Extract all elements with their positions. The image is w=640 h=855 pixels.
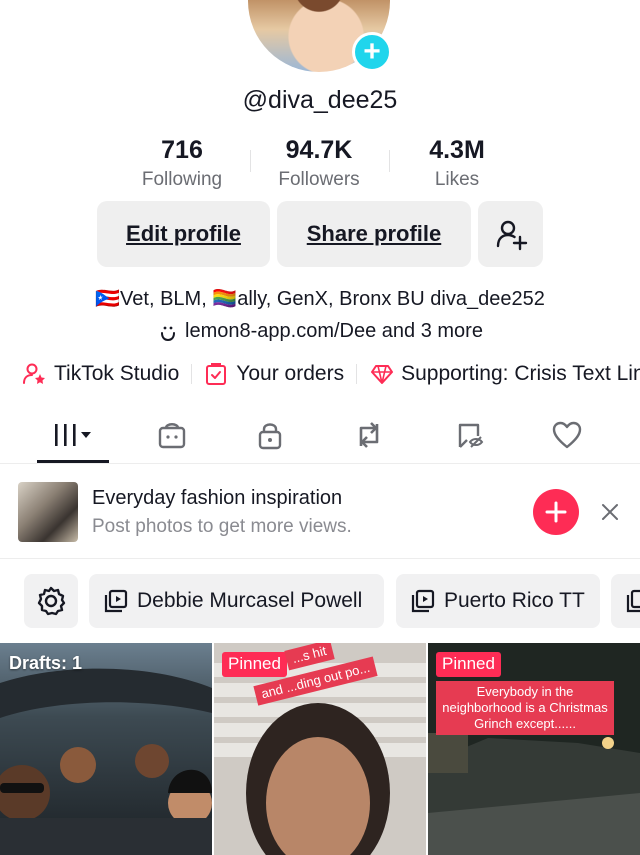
link-icon [161,326,176,341]
add-user-icon [496,220,527,251]
gem-heart-icon [371,365,394,384]
repost-icon [359,422,379,448]
tab-videos[interactable] [43,410,103,460]
playlist-label: Puerto Rico TT [444,589,585,612]
likes-count: 4.3M [429,136,485,164]
bio-text: 🇵🇷Vet, BLM, 🏳️‍🌈ally, GenX, Bronx BU div… [95,288,545,310]
playlist-chip-partial[interactable] [611,574,640,628]
bookmark-hidden-icon [458,423,484,448]
orders-bag-icon [206,363,227,385]
playlist-label: Debbie Murcasel Powell [137,589,363,612]
studio-person-star-icon [23,363,45,384]
tab-reposts[interactable] [339,410,399,460]
drafts-video-tile[interactable]: Drafts: 1 [0,643,212,855]
bio-link-text: lemon8-app.com/Dee and 3 more [185,320,483,342]
plus-icon [545,501,567,523]
edit-profile-button[interactable]: Edit profile [97,201,270,267]
heart-icon [552,421,582,449]
tiktok-studio-link[interactable]: TikTok Studio [22,361,179,387]
playlist-chip[interactable]: Debbie Murcasel Powell [89,574,384,628]
add-friends-button[interactable] [478,201,543,267]
your-orders-label: Your orders [236,362,345,385]
drafts-label: Drafts: 1 [9,653,83,673]
promo-add-button[interactable] [533,489,579,535]
stat-likes[interactable]: 4.3M Likes [367,136,547,191]
tab-private[interactable] [240,410,300,460]
playlist-icon [411,589,435,613]
drafts-thumbnail [0,643,212,855]
promo-thumbnail [18,482,78,542]
gear-icon [37,586,66,616]
supporting-label: Supporting: Crisis Text Line [401,362,640,385]
add-story-plus-icon[interactable]: + [352,32,392,72]
pinned-video-tile[interactable]: Pinned ...s hit and ...ding out po... [214,643,426,855]
playlist-chip[interactable]: Puerto Rico TT [396,574,600,628]
lock-icon [258,423,282,450]
likes-label: Likes [434,169,480,190]
videos-grid-dropdown-icon [55,424,91,446]
links-divider [356,364,358,384]
content-tabs [0,410,640,462]
links-divider [191,364,193,384]
close-icon [602,504,618,520]
playlist-settings-button[interactable] [24,574,78,628]
promo-title: Everyday fashion inspiration [92,487,343,509]
promo-close-button[interactable] [596,498,624,526]
pinned-badge: Pinned [222,652,287,677]
pinned-badge: Pinned [436,652,501,677]
supporting-link[interactable]: Supporting: Crisis Text Line [369,361,640,387]
share-profile-button[interactable]: Share profile [277,201,471,267]
shop-bag-icon [158,423,186,449]
tab-shop[interactable] [142,410,202,460]
promo-subtitle: Post photos to get more views. [92,516,352,537]
playlist-icon [626,589,640,613]
your-orders-link[interactable]: Your orders [204,361,344,387]
playlist-icon [104,589,128,613]
tiktok-studio-label: TikTok Studio [54,362,180,385]
profile-links-row: TikTok Studio Your orders Supporting: Cr… [22,360,640,388]
video-caption: Everybody in the neighborhood is a Chris… [436,681,614,735]
promo-divider [0,558,640,559]
pinned-video-tile[interactable]: Pinned Everybody in the neighborhood is … [428,643,640,855]
tab-favorites[interactable] [439,410,499,460]
tab-liked[interactable] [537,410,597,460]
bio-link[interactable]: lemon8-app.com/Dee and 3 more [0,320,640,343]
username: @diva_dee25 [242,86,398,114]
